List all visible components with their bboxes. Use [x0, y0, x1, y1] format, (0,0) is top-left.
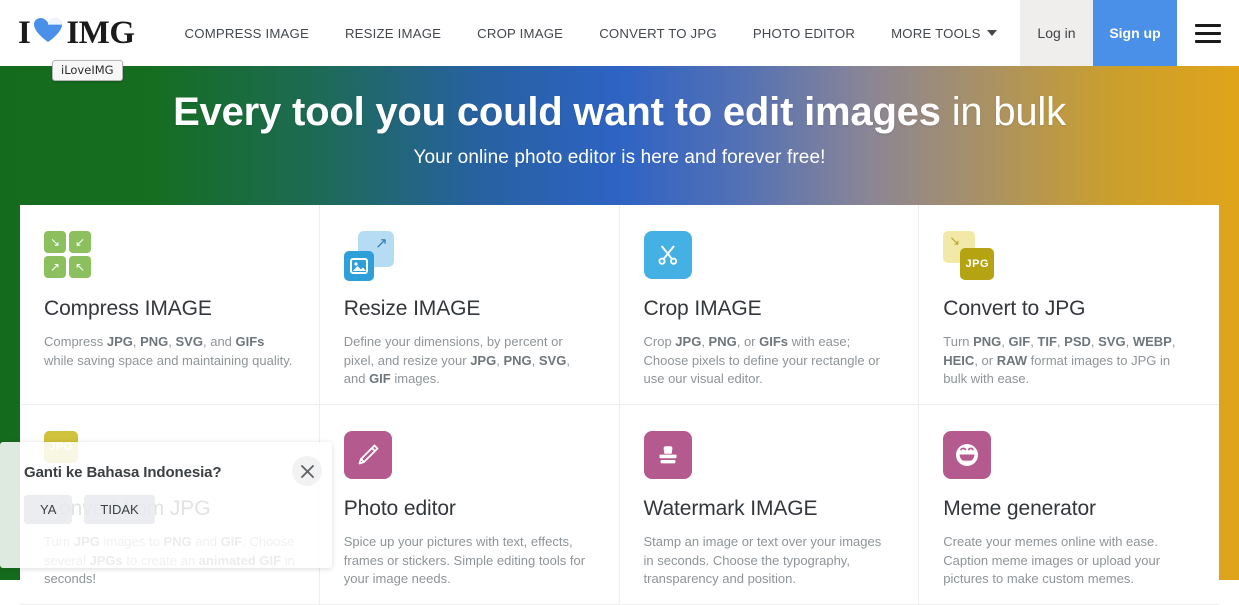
close-icon[interactable]: [292, 456, 322, 486]
pencil-icon: [343, 431, 595, 493]
stamp-icon: [643, 431, 895, 493]
convert-jpg-icon-label: JPG: [960, 248, 995, 280]
page-subtitle: Your online photo editor is here and for…: [413, 147, 826, 168]
card-title: Photo editor: [343, 497, 456, 520]
translate-prompt-popup: Ganti ke Bahasa Indonesia? YA TIDAK: [0, 442, 332, 568]
nav-crop-image[interactable]: CROP IMAGE: [459, 0, 581, 66]
compress-arrows-icon: ↘ ↙ ↗ ↖: [44, 231, 295, 293]
smiley-face-icon: [943, 431, 1195, 493]
nav-label: RESIZE IMAGE: [344, 25, 442, 41]
nav-compress-image[interactable]: COMPRESS IMAGE: [167, 0, 327, 66]
card-title: Convert to JPG: [943, 297, 1086, 320]
nav-label: COMPRESS IMAGE: [184, 25, 309, 41]
card-title: Compress IMAGE: [44, 297, 212, 320]
nav-label: MORE TOOLS: [891, 25, 981, 41]
page-title-part1: Every tool you could want to: [173, 90, 723, 134]
sign-up-button[interactable]: Sign up: [1093, 0, 1177, 66]
card-description: Compress JPG, PNG, SVG, and GIFs while s…: [44, 334, 293, 368]
auth-area: Log in Sign up: [1020, 0, 1239, 66]
log-in-button[interactable]: Log in: [1020, 0, 1093, 66]
nav-resize-image[interactable]: RESIZE IMAGE: [327, 0, 459, 66]
page-title-part2: in bulk: [940, 90, 1066, 134]
main-navigation: COMPRESS IMAGE RESIZE IMAGE CROP IMAGE C…: [167, 0, 1020, 66]
translate-no-button[interactable]: TIDAK: [84, 495, 155, 524]
page-title-emphasis: edit images: [722, 90, 941, 134]
sign-up-label: Sign up: [1109, 25, 1161, 41]
logo-text: I IMG: [18, 14, 135, 51]
card-description: Crop JPG, PNG, or GIFs with ease; Choose…: [643, 334, 880, 386]
site-header: I IMG COMPRESS IMAGE RESIZE IMAGE CROP I…: [0, 0, 1239, 66]
nav-label: CROP IMAGE: [477, 25, 564, 41]
translate-prompt-buttons: YA TIDAK: [24, 495, 312, 524]
scissors-icon: [643, 231, 895, 293]
card-title: Watermark IMAGE: [643, 497, 818, 520]
page-title: Every tool you could want to edit images…: [0, 90, 1239, 135]
card-title: Resize IMAGE: [343, 297, 481, 320]
hamburger-menu-icon[interactable]: [1177, 0, 1239, 66]
logo-text-img: IMG: [66, 14, 135, 51]
nav-photo-editor[interactable]: PHOTO EDITOR: [735, 0, 873, 66]
card-title: Crop IMAGE: [643, 297, 762, 320]
card-resize-image[interactable]: ↗ Resize IMAGE Define your dimensions, b…: [319, 205, 620, 405]
card-crop-image[interactable]: Crop IMAGE Crop JPG, PNG, or GIFs with e…: [619, 205, 920, 405]
translate-prompt-title: Ganti ke Bahasa Indonesia?: [24, 464, 222, 481]
heart-icon: [33, 17, 63, 50]
card-description: Spice up your pictures with text, effect…: [343, 534, 586, 586]
nav-label: CONVERT TO JPG: [599, 25, 717, 41]
logo-letter-i: I: [18, 14, 31, 51]
card-description: Create your memes online with ease. Capt…: [943, 534, 1161, 586]
card-description: Define your dimensions, by percent or pi…: [343, 334, 570, 386]
card-description: Stamp an image or text over your images …: [643, 534, 882, 586]
site-logo[interactable]: I IMG: [0, 0, 145, 66]
card-title: Meme generator: [943, 497, 1096, 520]
convert-jpg-icon: ↘ JPG: [943, 231, 1195, 293]
card-description: Turn PNG, GIF, TIF, PSD, SVG, WEBP, HEIC…: [943, 334, 1176, 386]
nav-more-tools[interactable]: MORE TOOLS: [873, 0, 1014, 66]
chevron-down-icon: [986, 30, 997, 36]
logo-tooltip: iLoveIMG: [52, 60, 123, 81]
nav-label: PHOTO EDITOR: [752, 25, 856, 41]
card-photo-editor[interactable]: Photo editor Spice up your pictures with…: [319, 405, 620, 605]
nav-convert-to-jpg[interactable]: CONVERT TO JPG: [581, 0, 735, 66]
card-meme-generator[interactable]: Meme generator Create your memes online …: [919, 405, 1219, 605]
log-in-label: Log in: [1037, 25, 1076, 41]
resize-expand-icon: ↗: [343, 231, 595, 293]
card-compress-image[interactable]: ↘ ↙ ↗ ↖ Compress IMAGE Compress JPG, PNG…: [20, 205, 320, 405]
card-convert-to-jpg[interactable]: ↘ JPG Convert to JPG Turn PNG, GIF, TIF,…: [919, 205, 1219, 405]
card-watermark-image[interactable]: Watermark IMAGE Stamp an image or text o…: [619, 405, 920, 605]
translate-yes-button[interactable]: YA: [24, 495, 73, 524]
